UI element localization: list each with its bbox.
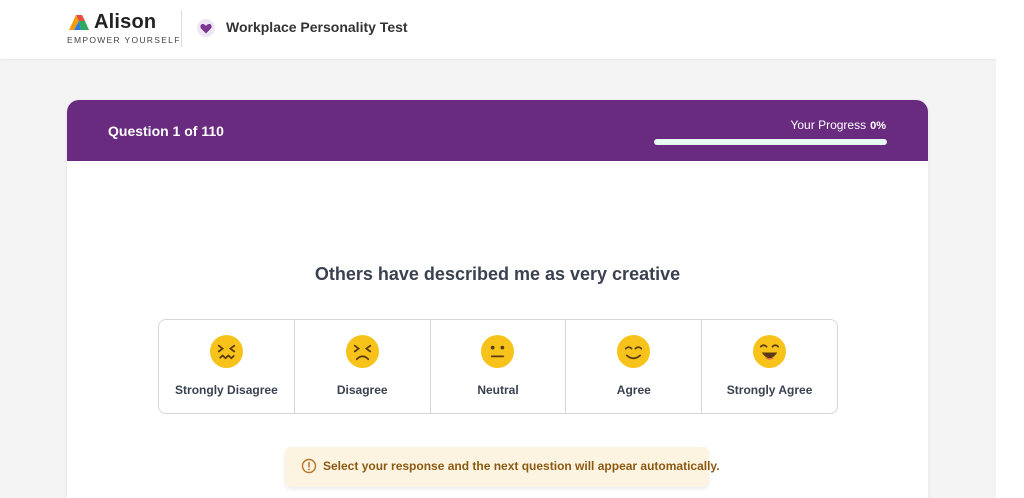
progress-label: Your Progress 0%: [790, 118, 886, 132]
instruction-text: Select your response and the next questi…: [323, 459, 720, 473]
option-label: Strongly Disagree: [175, 383, 278, 397]
option-disagree[interactable]: Disagree: [295, 320, 431, 413]
option-strongly-disagree[interactable]: Strongly Disagree: [159, 320, 295, 413]
quiz-card: Question 1 of 110 Your Progress 0% Others…: [67, 100, 928, 498]
option-agree[interactable]: Agree: [566, 320, 703, 413]
option-label: Agree: [616, 383, 651, 397]
grinning-face-icon: [753, 334, 787, 369]
option-label: Strongly Agree: [726, 383, 813, 397]
right-edge-panel: [996, 59, 1024, 498]
heart-icon: [197, 19, 215, 37]
quiz-header: Question 1 of 110 Your Progress 0%: [67, 100, 928, 161]
brand-tagline: EMPOWER YOURSELF: [67, 35, 181, 45]
question-text: Others have described me as very creativ…: [314, 264, 681, 284]
question-counter: Question 1 of 110: [108, 123, 224, 139]
alison-logo[interactable]: Alison EMPOWER YOURSELF: [67, 11, 179, 47]
progress-bar: [654, 139, 887, 145]
info-circle-icon: [301, 458, 317, 474]
instruction-notice: Select your response and the next questi…: [285, 447, 720, 487]
neutral-face-icon: [481, 334, 515, 369]
confounded-face-icon: [209, 334, 243, 369]
app-title: Workplace Personality Test: [226, 19, 408, 35]
alison-logo-mark-icon: [69, 15, 89, 30]
top-navigation-bar: Alison EMPOWER YOURSELF Workplace Person…: [0, 0, 1024, 59]
brand-name: Alison: [94, 11, 157, 33]
option-label: Disagree: [336, 383, 388, 397]
option-strongly-agree[interactable]: Strongly Agree: [702, 320, 837, 413]
progress-value: 0%: [870, 120, 886, 132]
answer-options: Strongly Disagree Disagree Neutral Agree…: [158, 319, 838, 414]
smiling-face-icon: [617, 334, 651, 369]
progress-label-text: Your Progress: [790, 118, 867, 132]
header-divider: [181, 10, 182, 47]
option-neutral[interactable]: Neutral: [431, 320, 567, 413]
option-label: Neutral: [477, 383, 519, 397]
persevering-face-icon: [345, 334, 379, 369]
